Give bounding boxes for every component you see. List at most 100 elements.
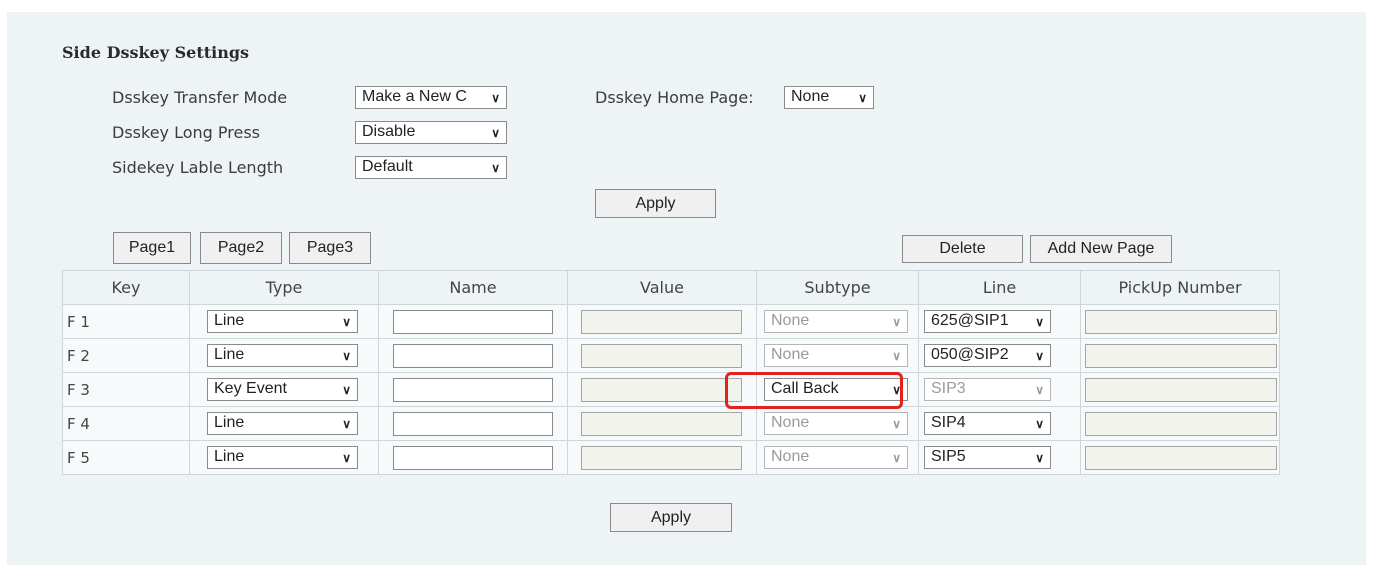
type-cell: Line ∨ (189, 440, 379, 475)
chevron-down-icon: ∨ (491, 126, 500, 140)
pickup-cell (1080, 338, 1280, 373)
key-label: F 3 (67, 380, 90, 399)
type-select[interactable]: Line ∨ (207, 412, 358, 435)
value-cell (567, 304, 757, 339)
long-press-value: Disable (362, 123, 416, 140)
chevron-down-icon: ∨ (342, 315, 351, 329)
type-select[interactable]: Line ∨ (207, 310, 358, 333)
column-header-pickup-number: PickUp Number (1080, 270, 1280, 305)
value-input (581, 446, 742, 470)
home-page-select[interactable]: None ∨ (784, 86, 874, 109)
label-length-label: Sidekey Lable Length (112, 158, 284, 177)
label-length-value: Default (362, 158, 413, 175)
value-input (581, 344, 742, 368)
pickup-number-input (1085, 412, 1277, 436)
highlight-box (725, 372, 903, 409)
chevron-down-icon: ∨ (892, 417, 901, 431)
type-select[interactable]: Line ∨ (207, 344, 358, 367)
subtype-select: None ∨ (764, 344, 908, 367)
type-cell: Line ∨ (189, 304, 379, 339)
chevron-down-icon: ∨ (342, 417, 351, 431)
line-cell: 050@SIP2 ∨ (918, 338, 1081, 373)
type-select[interactable]: Key Event ∨ (207, 378, 358, 401)
name-input[interactable] (393, 446, 553, 470)
label-length-select[interactable]: Default ∨ (355, 156, 507, 179)
type-cell: Line ∨ (189, 338, 379, 373)
chevron-down-icon: ∨ (858, 91, 867, 105)
type-cell: Key Event ∨ (189, 372, 379, 407)
subtype-value: None (771, 448, 810, 465)
type-value: Line (214, 414, 245, 431)
chevron-down-icon: ∨ (1035, 451, 1044, 465)
subtype-select: None ∨ (764, 310, 908, 333)
line-select[interactable]: SIP5 ∨ (924, 446, 1051, 469)
apply-button-bottom[interactable]: Apply (610, 503, 732, 532)
subtype-cell: None ∨ (756, 440, 919, 475)
line-value: SIP4 (931, 414, 966, 431)
long-press-select[interactable]: Disable ∨ (355, 121, 507, 144)
pickup-number-input (1085, 310, 1277, 334)
type-value: Line (214, 346, 245, 363)
column-header-key: Key (62, 270, 190, 305)
chevron-down-icon: ∨ (892, 315, 901, 329)
type-value: Line (214, 312, 245, 329)
chevron-down-icon: ∨ (1035, 383, 1044, 397)
chevron-down-icon: ∨ (491, 91, 500, 105)
line-select[interactable]: 050@SIP2 ∨ (924, 344, 1051, 367)
column-header-value: Value (567, 270, 757, 305)
home-page-value: None (791, 88, 830, 105)
name-input[interactable] (393, 412, 553, 436)
key-label: F 1 (67, 312, 90, 331)
pickup-cell (1080, 440, 1280, 475)
dsskey-table: Key Type Name Value Subtype Line PickUp … (62, 270, 1280, 475)
chevron-down-icon: ∨ (892, 451, 901, 465)
table-row: F 2 Line ∨ None ∨ 050@SIP2 ∨ (62, 338, 1280, 373)
tab-page1[interactable]: Page1 (113, 232, 191, 264)
table-row: F 1 Line ∨ None ∨ 625@SIP1 ∨ (62, 304, 1280, 339)
add-new-page-button[interactable]: Add New Page (1030, 235, 1172, 263)
transfer-mode-label: Dsskey Transfer Mode (112, 88, 288, 107)
pickup-cell (1080, 406, 1280, 441)
name-input[interactable] (393, 344, 553, 368)
apply-button-top[interactable]: Apply (595, 189, 716, 218)
key-cell: F 5 (62, 440, 190, 475)
column-header-name: Name (378, 270, 568, 305)
table-row: F 4 Line ∨ None ∨ SIP4 ∨ (62, 406, 1280, 441)
name-input[interactable] (393, 310, 553, 334)
key-cell: F 1 (62, 304, 190, 339)
type-select[interactable]: Line ∨ (207, 446, 358, 469)
line-value: SIP5 (931, 448, 966, 465)
line-select[interactable]: SIP4 ∨ (924, 412, 1051, 435)
key-cell: F 3 (62, 372, 190, 407)
value-cell (567, 338, 757, 373)
key-label: F 2 (67, 346, 90, 365)
line-cell: 625@SIP1 ∨ (918, 304, 1081, 339)
chevron-down-icon: ∨ (342, 349, 351, 363)
subtype-cell: None ∨ (756, 406, 919, 441)
key-cell: F 4 (62, 406, 190, 441)
line-cell: SIP5 ∨ (918, 440, 1081, 475)
value-cell (567, 406, 757, 441)
tab-page3[interactable]: Page3 (289, 232, 371, 264)
chevron-down-icon: ∨ (1035, 417, 1044, 431)
line-value: 625@SIP1 (931, 312, 1009, 329)
line-cell: SIP3 ∨ (918, 372, 1081, 407)
column-header-subtype: Subtype (756, 270, 919, 305)
chevron-down-icon: ∨ (491, 161, 500, 175)
pickup-cell (1080, 372, 1280, 407)
subtype-value: None (771, 346, 810, 363)
line-select: SIP3 ∨ (924, 378, 1051, 401)
section-title: Side Dsskey Settings (62, 43, 250, 62)
name-cell (378, 406, 568, 441)
line-select[interactable]: 625@SIP1 ∨ (924, 310, 1051, 333)
chevron-down-icon: ∨ (342, 451, 351, 465)
transfer-mode-select[interactable]: Make a New C ∨ (355, 86, 507, 109)
pickup-cell (1080, 304, 1280, 339)
delete-page-button[interactable]: Delete (902, 235, 1023, 263)
tab-page2[interactable]: Page2 (200, 232, 282, 264)
key-cell: F 2 (62, 338, 190, 373)
table-row: F 3 Key Event ∨ Call Back ∨ SIP3 ∨ (62, 372, 1280, 407)
chevron-down-icon: ∨ (892, 349, 901, 363)
line-value: 050@SIP2 (931, 346, 1009, 363)
name-input[interactable] (393, 378, 553, 402)
